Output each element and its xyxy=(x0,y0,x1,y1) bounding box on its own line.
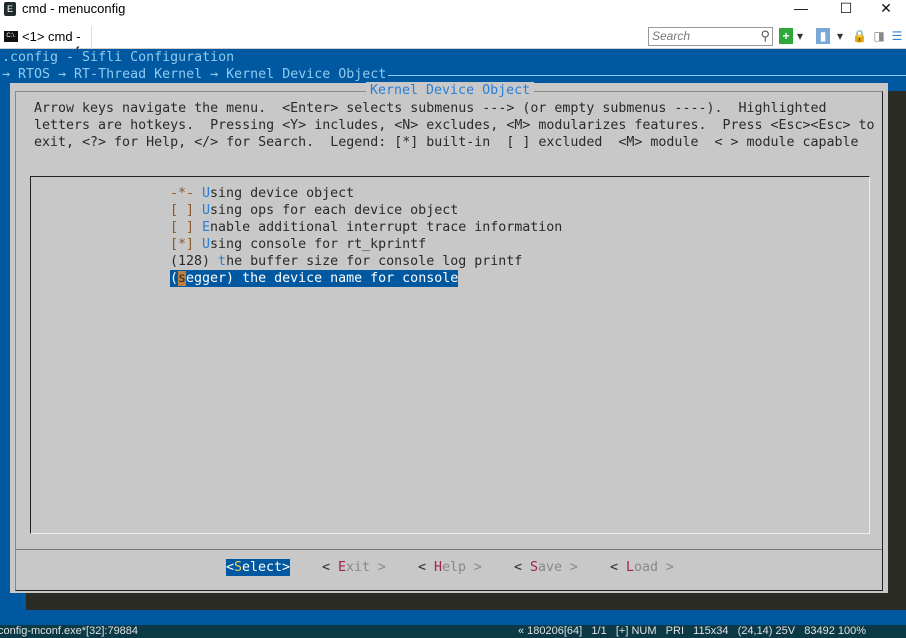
item-hotkey: U xyxy=(202,203,211,218)
tab-bar: C:\. <1> cmd - menuconf Search ⚲ + ▾ ▮ ▾… xyxy=(0,20,906,59)
menu-item-using-device-object[interactable]: -*- Using device object xyxy=(170,185,354,202)
button-hotkey: S xyxy=(234,560,243,575)
dialog-shadow xyxy=(26,593,906,610)
panel-icon[interactable]: ▮ xyxy=(816,28,830,44)
config-title: .config - Sifli Configuration xyxy=(2,50,235,65)
item-value-open: ( xyxy=(170,271,179,286)
button-bracket: < xyxy=(322,560,339,575)
button-bracket: < xyxy=(226,560,235,575)
exit-button[interactable]: < Exit > xyxy=(322,559,386,576)
app-icon: E xyxy=(4,2,16,16)
breadcrumb: → RTOS → RT-Thread Kernel → Kernel Devic… xyxy=(2,67,395,82)
item-label: sing console for rt_kprintf xyxy=(210,237,427,252)
button-hotkey: S xyxy=(530,560,539,575)
item-checkbox: [*] xyxy=(170,237,203,252)
button-label: ave > xyxy=(538,560,579,575)
status-info: « 180206[64] 1/1 [+] NUM PRI 115x34 (24,… xyxy=(518,625,867,637)
dialog-shadow-right xyxy=(888,91,906,610)
button-hotkey: E xyxy=(338,560,347,575)
item-state: -*- xyxy=(170,186,203,201)
item-label: nable additional interrupt trace informa… xyxy=(210,220,563,235)
item-label: sing ops for each device object xyxy=(210,203,459,218)
menuconfig-dialog: Kernel Device Object Arrow keys navigate… xyxy=(10,82,888,593)
status-bar: config-mconf.exe*[32]:79884 « 180206[64]… xyxy=(0,625,906,638)
button-separator xyxy=(16,549,882,550)
menu-item-using-ops[interactable]: [ ] Using ops for each device object xyxy=(170,202,458,219)
menu-item-buffer-size[interactable]: (128) the buffer size for console log pr… xyxy=(170,253,522,270)
menu-item-device-name-selected[interactable]: (segger) the device name for console xyxy=(170,270,459,287)
item-label: sing device object xyxy=(210,186,355,201)
button-bracket: < xyxy=(418,560,435,575)
lock-icon[interactable]: 🔒 xyxy=(852,28,867,44)
minimize-button[interactable]: — xyxy=(781,0,821,19)
item-label: egger) the device name for console xyxy=(186,271,459,286)
item-value: (128) xyxy=(170,254,219,269)
help-text-line: letters are hotkeys. Pressing <Y> includ… xyxy=(34,118,875,133)
item-checkbox: [ ] xyxy=(170,220,203,235)
item-checkbox: [ ] xyxy=(170,203,203,218)
maximize-button[interactable]: ☐ xyxy=(826,0,866,19)
item-hotkey: E xyxy=(202,220,211,235)
close-button[interactable]: ✕ xyxy=(866,0,906,19)
item-hotkey: s xyxy=(178,271,187,286)
item-hotkey: t xyxy=(218,254,227,269)
button-hotkey: L xyxy=(626,560,635,575)
new-console-icon[interactable]: + xyxy=(779,28,793,44)
button-hotkey: H xyxy=(434,560,443,575)
save-button[interactable]: < Save > xyxy=(514,559,578,576)
item-label: he buffer size for console log printf xyxy=(226,254,523,269)
new-console-dropdown-icon[interactable]: ▾ xyxy=(795,28,805,44)
button-bracket: < xyxy=(610,560,627,575)
breadcrumb-rule xyxy=(388,75,906,76)
terminal[interactable]: .config - Sifli Configuration → RTOS → R… xyxy=(0,49,906,625)
help-button[interactable]: < Help > xyxy=(418,559,482,576)
select-button[interactable]: <Select> xyxy=(226,559,291,576)
menu-item-interrupt-trace[interactable]: [ ] Enable additional interrupt trace in… xyxy=(170,219,562,236)
status-process: config-mconf.exe*[32]:79884 xyxy=(0,625,139,637)
load-button[interactable]: < Load > xyxy=(610,559,674,576)
button-label: elect> xyxy=(242,560,291,575)
split-icon[interactable]: ◨ xyxy=(872,28,886,44)
help-text-line: exit, <?> for Help, </> for Search. Lege… xyxy=(34,135,859,150)
button-label: oad > xyxy=(634,560,675,575)
console-icon: C:\. xyxy=(4,31,18,42)
menu-item-console-kprintf[interactable]: [*] Using console for rt_kprintf xyxy=(170,236,426,253)
button-label: xit > xyxy=(346,560,387,575)
tab-cmd-menuconf[interactable]: C:\. <1> cmd - menuconf xyxy=(0,26,92,59)
window-title: cmd - menuconfig xyxy=(22,1,126,16)
dialog-title: Kernel Device Object xyxy=(366,82,535,99)
button-bracket: < xyxy=(514,560,531,575)
search-placeholder: Search xyxy=(652,29,691,43)
panel-dropdown-icon[interactable]: ▾ xyxy=(835,28,845,44)
menu-icon[interactable]: ☰ xyxy=(890,28,904,44)
search-icon[interactable]: ⚲ xyxy=(760,28,770,44)
item-hotkey: U xyxy=(202,186,211,201)
title-bar: E cmd - menuconfig — ☐ ✕ xyxy=(0,0,906,19)
search-input[interactable]: Search ⚲ xyxy=(648,27,773,46)
button-label: elp > xyxy=(442,560,483,575)
help-text-line: Arrow keys navigate the menu. <Enter> se… xyxy=(34,101,827,116)
item-hotkey: U xyxy=(202,237,211,252)
